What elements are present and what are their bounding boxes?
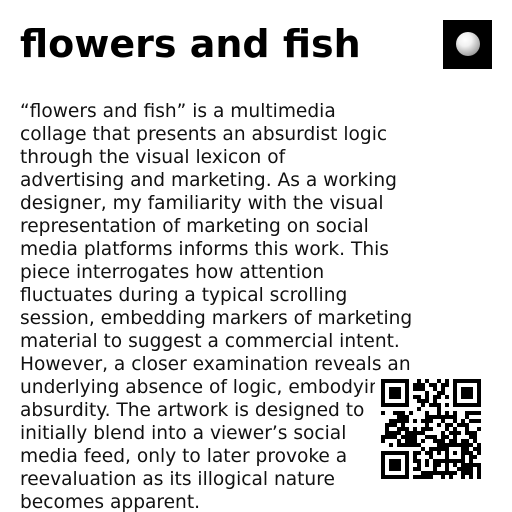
description-line: material to suggest a commercial intent. [20,331,400,352]
description-line: piece interrogates how attention [20,262,325,283]
description-line: media platforms informs this work. This [20,239,389,260]
qr-code-icon[interactable] [375,372,489,486]
description-line: fluctuates during a typical scrolling [20,285,348,306]
description-line: through the visual lexicon of [20,147,286,168]
orb-icon [456,32,480,56]
description-line: “flowers and fish” is a multimedia [20,101,336,122]
description-line: collage that presents an absurdist logic [20,124,388,145]
description-line: session, embedding markers of marketing [20,308,413,329]
description-line: advertising and marketing. As a working [20,170,397,191]
description-line: representation of marketing on social [20,216,369,237]
artwork-thumbnail-orb-icon[interactable] [443,20,492,69]
qr-code-graphic [381,379,481,479]
page-title: flowers and fish [20,22,361,66]
description-line: becomes apparent. [20,492,201,512]
description-line: designer, my familiarity with the visual [20,193,384,214]
